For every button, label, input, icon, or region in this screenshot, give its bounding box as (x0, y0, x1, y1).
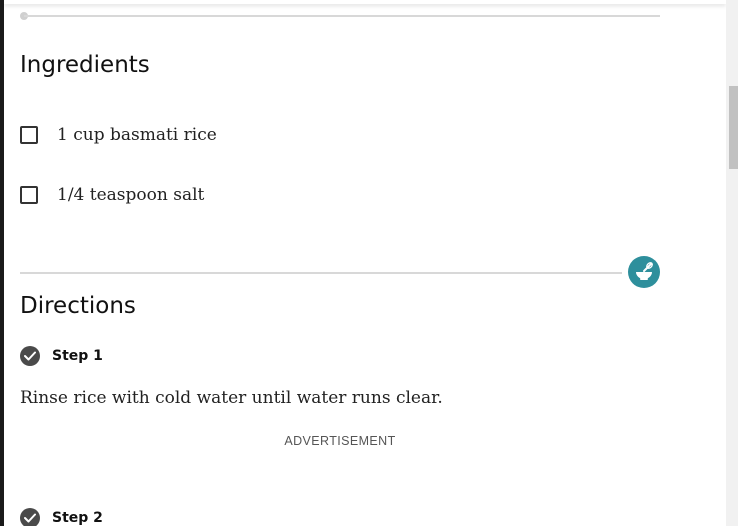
scrollbar-thumb[interactable] (729, 86, 738, 169)
ingredient-checkbox[interactable] (20, 186, 38, 204)
recipe-page: Ingredients 1 cup basmati rice 1/4 teasp… (0, 0, 738, 526)
step-label: Step 1 (52, 348, 103, 364)
step-header[interactable]: Step 1 (20, 345, 103, 367)
ingredients-heading: Ingredients (20, 52, 150, 78)
ingredient-checkbox[interactable] (20, 126, 38, 144)
ingredient-label: 1 cup basmati rice (57, 125, 217, 145)
mixing-bowl-whisk-icon[interactable] (628, 256, 660, 288)
ingredient-item[interactable]: 1/4 teaspoon salt (20, 185, 204, 205)
step-header[interactable]: Step 2 (20, 507, 103, 526)
scrollbar-track[interactable] (726, 0, 738, 526)
sticky-header-shadow (4, 0, 726, 4)
step-text: Rinse rice with cold water until water r… (20, 388, 443, 408)
advertisement-label: ADVERTISEMENT (284, 434, 396, 448)
step-label: Step 2 (52, 510, 103, 526)
section-divider (20, 272, 622, 274)
checkmark-circle-icon[interactable] (20, 346, 40, 366)
ingredient-label: 1/4 teaspoon salt (57, 185, 205, 205)
directions-heading: Directions (20, 293, 136, 319)
progress-track (24, 15, 660, 17)
ingredient-item[interactable]: 1 cup basmati rice (20, 125, 217, 145)
checkmark-circle-icon[interactable] (20, 508, 40, 526)
